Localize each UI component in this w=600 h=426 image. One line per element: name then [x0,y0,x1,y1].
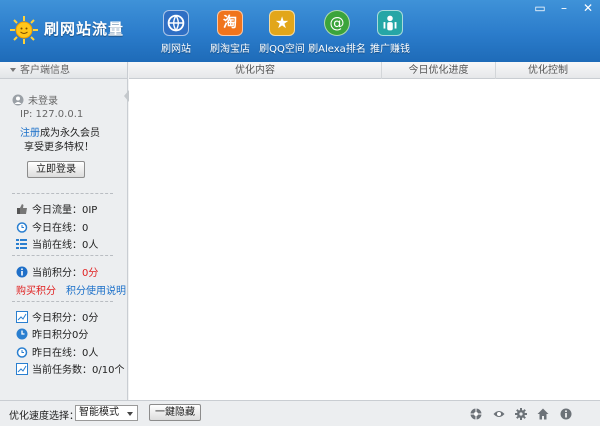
today-traffic-row: 今日流量：0IP [16,201,97,216]
column-header-progress[interactable]: 今日优化进度 [382,62,496,79]
register-text: 成为永久会员 [40,128,100,139]
points-links-row: 购买积分 积分使用说明 [16,282,126,297]
optimization-table: 优化内容 今日优化进度 优化控制 [129,62,600,400]
window-controls: ▭ – ✕ [528,0,600,18]
collapse-triangle-icon [10,68,16,72]
yesterday-points: 昨日积分0分 [32,330,89,341]
star-icon: ★ [269,10,295,36]
current-online: 当前在线：0人 [32,240,99,251]
eye-icon[interactable] [493,408,505,420]
status-bar: 优化速度选择： 智能模式 一鍵隐藏 [0,400,600,426]
current-tasks: 当前任务数：0/10个 [32,365,125,376]
globe-icon [163,10,189,36]
one-key-hide-button[interactable]: 一鍵隐藏 [149,404,201,421]
speed-label: 优化速度选择： [9,411,79,422]
list-users-icon [16,238,28,250]
yesterday-points-row: 昨日积分0分 [16,326,88,341]
points-help-link[interactable]: 积分使用说明 [66,282,126,297]
client-info-header[interactable]: 客户端信息 [0,62,127,79]
at-icon: @ [324,10,350,36]
chevron-down-icon [127,412,133,416]
chart-icon [16,362,28,375]
alarm-clock-icon [16,346,28,358]
buy-points-link[interactable]: 购买积分 [16,282,56,297]
info-icon[interactable] [560,408,572,420]
ip-address: IP: 127.0.0.1 [20,109,84,120]
tool-label: 推广赚钱 [370,44,410,55]
gear-icon[interactable] [515,408,527,420]
table-header: 优化内容 今日优化进度 优化控制 [129,62,600,79]
info-icon [16,266,28,278]
taobao-icon: 淘 [217,10,243,36]
title-toolbar: 刷网站流量 刷网站 淘 刷淘宝店 ★ 刷QQ空间 @ 刷Alexa排名 推广赚钱… [0,0,600,62]
home-icon[interactable] [537,408,549,420]
skin-button[interactable]: ▭ [528,0,552,18]
close-button[interactable]: ✕ [576,0,600,18]
current-points-row: 当前积分： 0分 [16,264,98,279]
current-online-row: 当前在线：0人 [16,236,98,251]
sun-logo-icon [10,16,38,44]
speed-mode-select[interactable]: 智能模式 [75,405,138,421]
yesterday-online-row: 昨日在线：0人 [16,344,98,359]
user-status: 未登录 [28,96,58,107]
divider [12,193,113,194]
user-status-row: 未登录 [12,92,58,107]
tool-promote-earn[interactable]: 推广赚钱 [358,10,422,58]
client-info-panel: 客户端信息 未登录 IP: 127.0.0.1 注册 成为永久会员 享受更多特权… [0,62,128,400]
today-online-row: 今日在线：0 [16,219,88,234]
person-icon [377,10,403,36]
current-points-value: 0分 [82,268,99,279]
today-online: 今日在线：0 [32,223,89,234]
user-icon [12,94,24,106]
yesterday-online: 昨日在线：0人 [32,348,99,359]
thumb-up-icon [16,203,28,215]
register-row: 注册 成为永久会员 [20,124,100,139]
today-points: 今日积分：0分 [32,313,99,324]
login-button[interactable]: 立即登录 [27,161,85,178]
network-icon[interactable] [470,408,482,420]
register-link[interactable]: 注册 [20,124,40,139]
current-tasks-row: 当前任务数：0/10个 [16,361,124,376]
client-info-title: 客户端信息 [20,65,70,76]
app-title: 刷网站流量 [44,20,125,38]
privileges-text: 享受更多特权！ [24,142,94,153]
divider [12,255,113,256]
column-header-content[interactable]: 优化内容 [129,62,382,79]
column-header-control[interactable]: 优化控制 [496,62,600,79]
current-points-label: 当前积分： [32,268,82,279]
speed-mode-value: 智能模式 [79,407,119,418]
clock-icon [16,328,28,340]
today-points-row: 今日积分：0分 [16,309,98,324]
alarm-clock-icon [16,221,28,233]
minimize-button[interactable]: – [552,0,576,18]
chart-icon [16,310,28,323]
divider [12,301,113,302]
today-traffic: 今日流量：0IP [32,205,98,216]
